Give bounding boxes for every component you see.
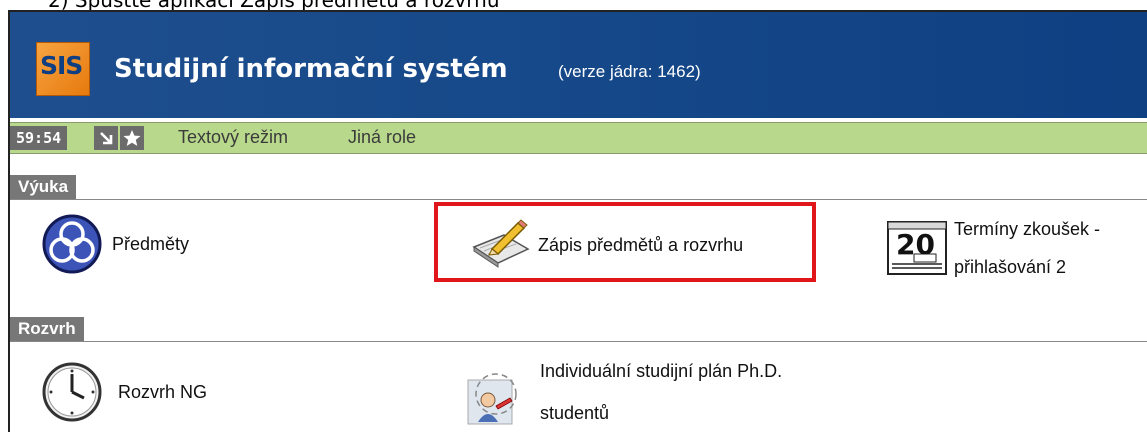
calendar-icon: 20 bbox=[884, 216, 950, 278]
text-mode-link[interactable]: Textový režim bbox=[178, 127, 288, 148]
menu-item-predmety[interactable]: Předměty bbox=[40, 212, 189, 281]
sis-logo[interactable]: SIS bbox=[36, 42, 90, 96]
section-divider bbox=[10, 341, 1147, 342]
menu-item-label-group: Individuální studijní plán Ph.D. student… bbox=[540, 350, 782, 432]
calendar-icon-number: 20 bbox=[896, 228, 935, 261]
menu-item-terminy-zkousek[interactable]: 20 Termíny zkoušek - přihlašování 2 bbox=[884, 216, 1100, 286]
app-title: Studijní informační systém bbox=[114, 54, 508, 84]
predmety-icon bbox=[40, 212, 104, 281]
arrow-down-icon[interactable] bbox=[94, 126, 118, 150]
menu-item-label: přihlašování 2 bbox=[954, 257, 1067, 277]
section-label-vyuka: Výuka bbox=[10, 175, 77, 199]
app-header: SIS Studijní informační systém (verze já… bbox=[10, 12, 1147, 118]
study-plan-icon bbox=[460, 360, 526, 431]
highlight-box bbox=[434, 202, 816, 282]
menu-item-label: Rozvrh NG bbox=[118, 381, 208, 402]
sis-window: SIS Studijní informační systém (verze já… bbox=[8, 10, 1147, 432]
section-divider bbox=[10, 199, 1147, 200]
toolbar: 59:54 Textový režim Jiná role bbox=[10, 122, 1147, 154]
star-icon[interactable] bbox=[120, 126, 144, 150]
session-timer: 59:54 bbox=[10, 126, 68, 150]
menu-item-label: Termíny zkoušek - bbox=[954, 219, 1101, 239]
menu-item-label: studentů bbox=[540, 403, 610, 423]
other-role-link[interactable]: Jiná role bbox=[348, 127, 416, 148]
menu-item-label: Individuální studijní plán Ph.D. bbox=[540, 361, 783, 381]
logo-text: SIS bbox=[40, 51, 83, 80]
section-label-rozvrh: Rozvrh bbox=[10, 317, 84, 341]
kernel-version: (verze jádra: 1462) bbox=[558, 62, 701, 81]
menu-item-label-group: Termíny zkoušek - přihlašování 2 bbox=[954, 210, 1100, 286]
menu-item-individualni-plan[interactable]: Individuální studijní plán Ph.D. student… bbox=[460, 360, 782, 432]
menu-item-label: Předměty bbox=[112, 233, 190, 254]
